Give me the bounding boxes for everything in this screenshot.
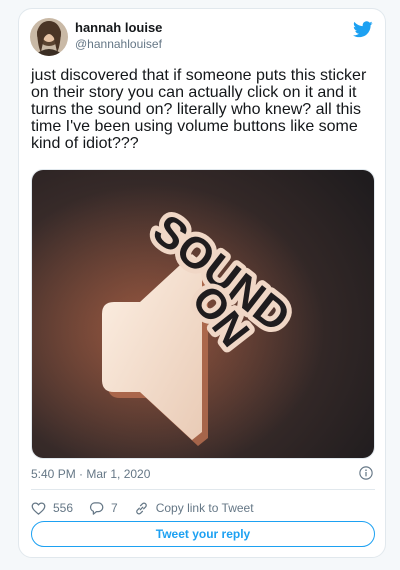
copy-link-button[interactable]: Copy link to Tweet — [134, 501, 254, 516]
tweet-timestamp[interactable]: 5:40 PM · Mar 1, 2020 — [31, 467, 150, 481]
sound-on-sticker-image: SOUND SOUND ON ON — [32, 170, 374, 458]
avatar[interactable] — [30, 18, 68, 56]
reply-bubble-icon — [90, 501, 104, 515]
link-icon — [135, 502, 147, 514]
copy-link-label: Copy link to Tweet — [155, 501, 254, 515]
like-button[interactable]: 556 — [31, 501, 73, 516]
tweet-media-image[interactable]: SOUND SOUND ON ON — [31, 169, 375, 459]
reply-button[interactable]: 7 — [89, 501, 118, 516]
twitter-bird-icon[interactable] — [353, 21, 373, 38]
reply-count: 7 — [111, 501, 118, 515]
tweet-actions: 556 7 Copy link to Tweet — [31, 499, 270, 517]
tweet-card[interactable]: hannah louise @hannahlouisef just discov… — [18, 8, 386, 558]
tweet-your-reply-button[interactable]: Tweet your reply — [31, 521, 375, 547]
avatar-image — [30, 18, 68, 56]
author-name[interactable]: hannah louise — [75, 20, 162, 35]
author-handle[interactable]: @hannahlouisef — [75, 37, 162, 51]
tweet-text: just discovered that if someone puts thi… — [31, 67, 367, 152]
info-icon[interactable] — [359, 466, 373, 480]
like-count: 556 — [53, 501, 74, 515]
divider — [31, 489, 375, 490]
heart-icon — [31, 501, 46, 515]
